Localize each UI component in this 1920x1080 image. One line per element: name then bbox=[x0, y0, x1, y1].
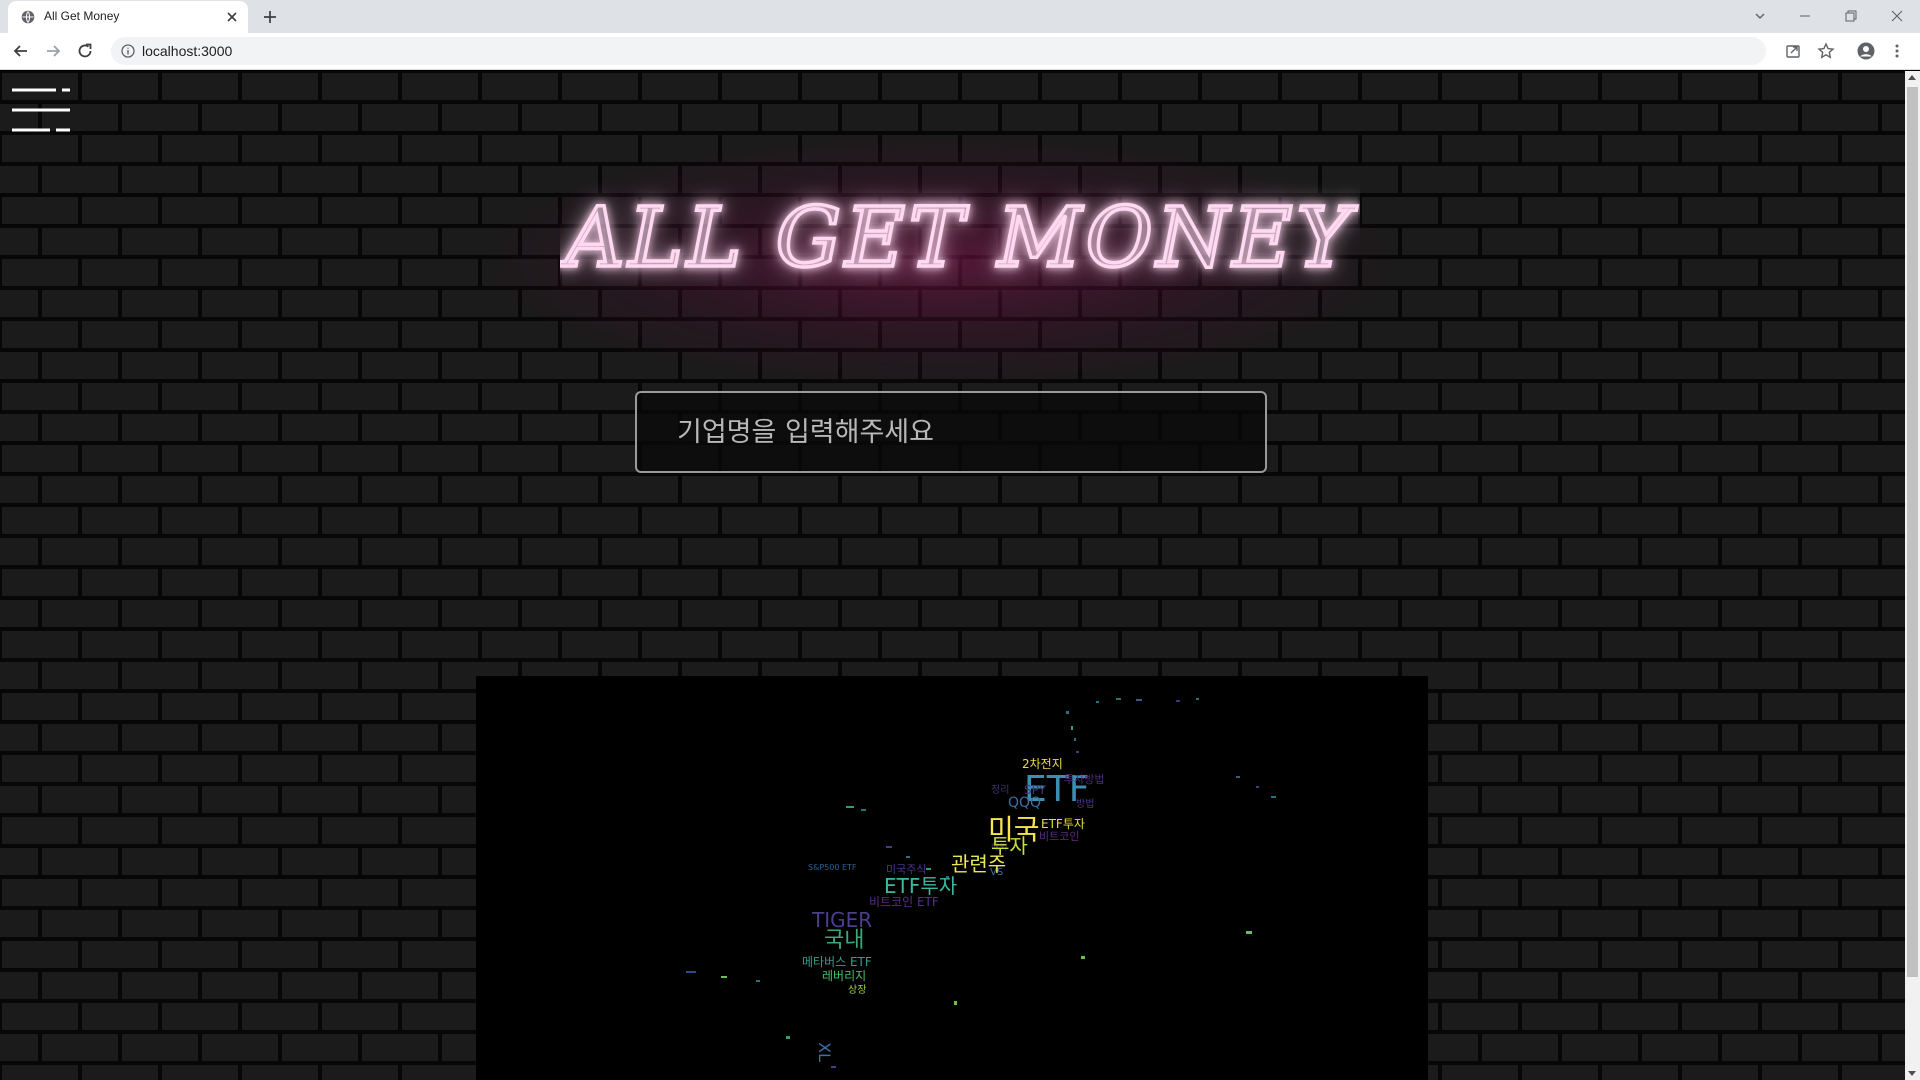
profile-avatar-icon[interactable] bbox=[1857, 42, 1875, 60]
globe-icon bbox=[21, 10, 35, 24]
close-tab-icon[interactable] bbox=[224, 9, 240, 25]
word-cloud-word: 2차전지 bbox=[1022, 757, 1063, 771]
info-icon[interactable] bbox=[121, 44, 135, 58]
logo-text: ALL GET MONEY bbox=[560, 191, 1357, 286]
word-cloud-word: 비트코인 bbox=[1039, 830, 1080, 843]
word-cloud-word: 관련주 bbox=[951, 852, 1007, 876]
scroll-up-arrow-icon[interactable] bbox=[1908, 75, 1916, 80]
word-cloud-word: 레버리지 bbox=[822, 969, 867, 983]
word-cloud-word: 국내 bbox=[824, 928, 865, 953]
word-cloud-word: 정리 bbox=[991, 785, 1010, 796]
word-cloud-word: S&P500 ETF bbox=[808, 863, 857, 872]
word-cloud-word: 투자방법 bbox=[1064, 773, 1105, 786]
url-text: localhost:3000 bbox=[142, 43, 233, 59]
word-cloud-word: 상장 bbox=[848, 985, 867, 996]
back-icon[interactable] bbox=[12, 42, 30, 60]
word-cloud-word: 방법 bbox=[1076, 799, 1095, 810]
browser-tab-strip: All Get Money bbox=[0, 0, 1920, 33]
browser-tab[interactable]: All Get Money bbox=[8, 1, 248, 33]
tab-title: All Get Money bbox=[44, 9, 120, 23]
neon-logo: ALL GET MONEY bbox=[560, 189, 1357, 288]
word-cloud-panel: ETF ETF투자 2차전지 투자방법 QQQ 방법 SPY 정리 비트코인 미… bbox=[476, 676, 1428, 1080]
forward-icon[interactable] bbox=[44, 42, 62, 60]
tab-search-icon[interactable] bbox=[1750, 6, 1770, 26]
word-cloud-word: ETF투자 bbox=[1041, 817, 1085, 831]
word-cloud-word: 비트코인 ETF bbox=[869, 895, 939, 909]
close-window-icon[interactable] bbox=[1887, 6, 1907, 26]
browser-toolbar: localhost:3000 bbox=[0, 33, 1920, 70]
word-cloud-word: 메타버스 ETF bbox=[802, 955, 872, 969]
word-cloud-word: SPY bbox=[1024, 783, 1046, 797]
word-cloud-word: QQQ bbox=[1008, 795, 1042, 811]
word-cloud-word: ETF투자 bbox=[884, 874, 958, 898]
address-bar[interactable]: localhost:3000 bbox=[111, 37, 1766, 65]
bookmark-star-icon[interactable] bbox=[1817, 42, 1835, 60]
page-scrollbar[interactable] bbox=[1905, 71, 1920, 1080]
word-cloud-word: XL bbox=[814, 1042, 834, 1062]
restore-icon[interactable] bbox=[1841, 6, 1861, 26]
reload-icon[interactable] bbox=[76, 42, 94, 60]
minimize-icon[interactable] bbox=[1795, 6, 1815, 26]
more-menu-icon[interactable] bbox=[1888, 42, 1906, 60]
scrollbar-thumb[interactable] bbox=[1907, 87, 1918, 977]
hamburger-menu-icon[interactable] bbox=[12, 88, 70, 134]
word-cloud-word: TIGER bbox=[812, 908, 873, 932]
scroll-down-arrow-icon[interactable] bbox=[1908, 1071, 1916, 1076]
share-icon[interactable] bbox=[1784, 42, 1802, 60]
new-tab-icon[interactable] bbox=[260, 7, 280, 27]
company-search-input[interactable] bbox=[635, 391, 1267, 473]
page-viewport: ALL GET MONEY ETF ETF투자 2차전지 투자방법 QQQ 방법… bbox=[0, 71, 1905, 1080]
